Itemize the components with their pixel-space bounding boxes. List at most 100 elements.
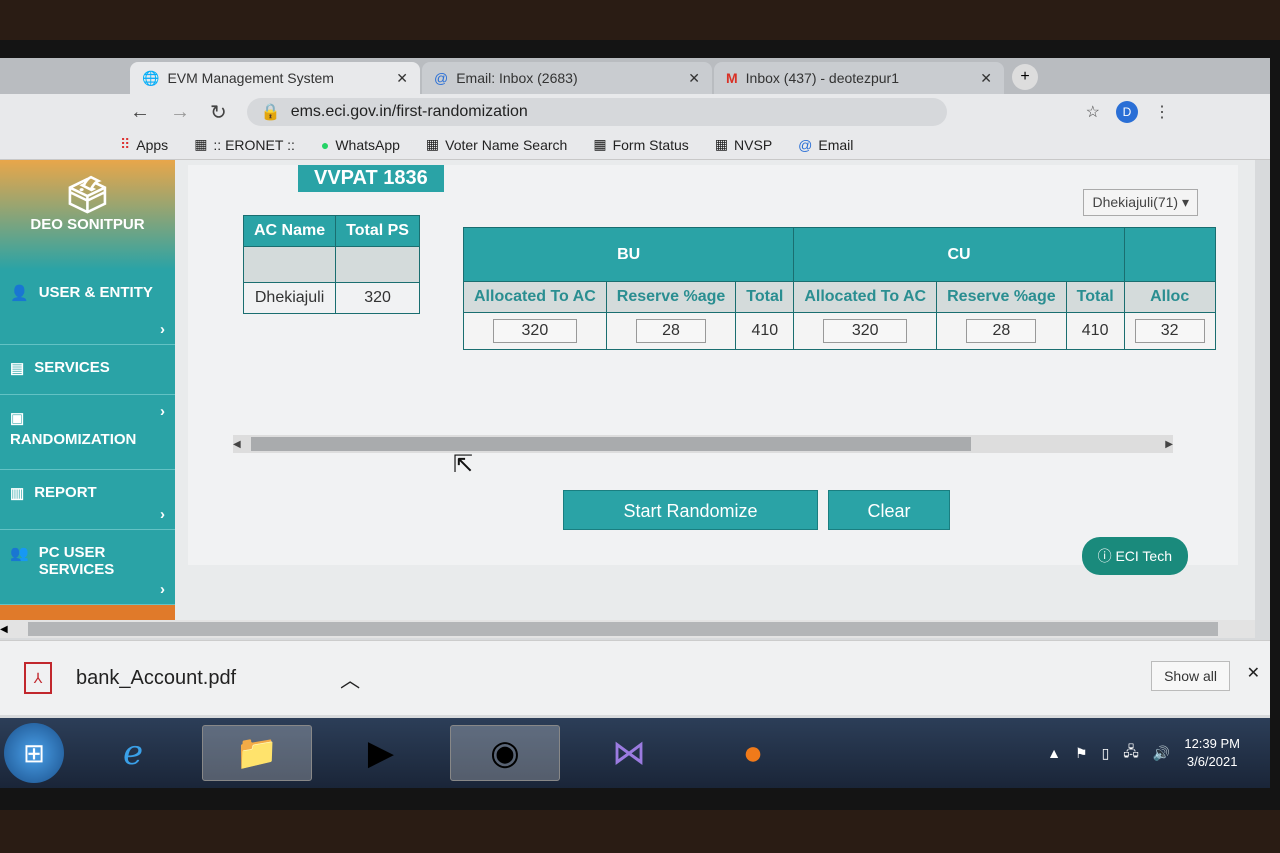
file-explorer-icon[interactable]: 📁 [202, 725, 312, 781]
tray-expand-icon[interactable]: ▲ [1047, 745, 1061, 761]
eci-tech-button[interactable]: ⓘ ECI Tech [1081, 537, 1188, 575]
flag-icon[interactable]: ⚑ [1075, 745, 1088, 762]
table-horizontal-scrollbar[interactable]: ◀ ▶ [233, 435, 1173, 453]
extra-alloc-input[interactable]: 32 [1134, 319, 1205, 343]
clock[interactable]: 12:39 PM 3/6/2021 [1184, 735, 1240, 771]
sidebar-item-services[interactable]: ▤ SERVICES [0, 345, 175, 395]
bookmark-nvsp[interactable]: ▦ NVSP [715, 136, 772, 153]
clear-button[interactable]: Clear [828, 490, 950, 530]
internet-explorer-icon[interactable]: ℯ [78, 725, 188, 781]
download-bar: ⅄ bank_Account.pdf ︿ Show all ✕ [0, 640, 1270, 715]
bookmark-email[interactable]: @ Email [798, 137, 853, 153]
sidebar-item-randomization[interactable]: ▣ RANDOMIZATION › [0, 395, 175, 470]
close-icon[interactable]: ✕ [1247, 663, 1260, 683]
profile-avatar[interactable]: D [1116, 101, 1138, 123]
eci-icon: ▦ [714, 136, 729, 152]
media-player-icon[interactable]: ▶ [326, 725, 436, 781]
email-at-icon: @ [434, 70, 449, 86]
bookmark-voter-search[interactable]: ▦ Voter Name Search [426, 136, 567, 153]
user-icon: 👤 [10, 285, 29, 302]
bookmark-whatsapp[interactable]: ● WhatsApp [321, 137, 400, 153]
show-all-button[interactable]: Show all [1151, 661, 1230, 691]
randomization-icon: ▣ [10, 410, 25, 427]
cu-total-header: Total [1065, 281, 1125, 313]
sidebar: 🗳 DEO SONITPUR 👤 USER & ENTITY › ▤ SERVICES … [0, 160, 175, 635]
chevron-up-icon[interactable]: ︿ [340, 664, 360, 693]
start-randomize-button[interactable]: Start Randomize [563, 490, 818, 530]
device-icon[interactable]: ▯ [1102, 745, 1110, 762]
tab-evm[interactable]: 🌐 EVM Management System ✕ [130, 62, 420, 94]
close-tab-icon[interactable]: ✕ [688, 70, 700, 87]
bu-cu-table: BU CU Allocated To AC Reserve %age Total Al… [462, 227, 1216, 350]
lock-icon: 🔒 [260, 104, 281, 121]
bookmark-eronet[interactable]: ▦:: ERONET :: [194, 136, 295, 153]
scroll-thumb[interactable] [250, 437, 971, 451]
spacer [335, 246, 420, 283]
vvpat-count: VVPAT 1836 [298, 165, 444, 192]
visual-studio-icon[interactable]: ⋈ [574, 725, 684, 781]
screen: 🌐 EVM Management System ✕ @ Email: Inbox (2… [0, 58, 1270, 788]
globe-icon: 🌐 [142, 69, 160, 86]
ballot-logo-icon: 🗳 [64, 174, 111, 215]
close-tab-icon[interactable]: ✕ [980, 70, 992, 87]
cu-total: 410 [1065, 312, 1125, 350]
total-ps-cell: 320 [335, 282, 420, 314]
bu-header: BU [462, 227, 795, 282]
email-at-icon: @ [798, 136, 813, 153]
new-tab-button[interactable]: + [1012, 64, 1038, 90]
scroll-right-icon[interactable]: ▶ [1165, 439, 1173, 450]
randomization-panel: VVPAT 1836 Dhekiajuli(71) ▾ AC Name Total… [188, 165, 1238, 575]
start-button[interactable]: ⊞ [4, 723, 64, 783]
chevron-right-icon: › [160, 321, 165, 338]
sidebar-item-report[interactable]: ▥ REPORT › [0, 470, 175, 530]
ac-table: AC Name Total PS Dhekiajuli 320 [242, 215, 420, 314]
bookmarks-bar: ⠿ Apps ▦:: ERONET :: ● WhatsApp ▦ Voter Nam… [0, 130, 1270, 160]
firefox-icon[interactable]: ● [698, 725, 808, 781]
address-bar[interactable]: 🔒 ems.eci.gov.in/first-randomization [246, 98, 947, 126]
chevron-right-icon: › [160, 506, 165, 523]
star-icon[interactable]: ☆ [1086, 102, 1100, 122]
cu-allocated-input[interactable]: 320 [823, 319, 908, 343]
tab-email[interactable]: @ Email: Inbox (2683) ✕ [422, 62, 712, 94]
tab-strip: 🌐 EVM Management System ✕ @ Email: Inbox (2… [0, 58, 1270, 94]
bu-reserve-input[interactable]: 28 [636, 319, 707, 343]
help-icon: ⓘ [1097, 548, 1112, 564]
chevron-right-icon: › [160, 403, 165, 420]
back-icon[interactable]: ← [130, 101, 150, 124]
eci-icon: ▦ [194, 136, 208, 152]
sidebar-item-pc-user-services[interactable]: 👥 PC USER SERVICES › [0, 530, 175, 605]
cu-header: CU [793, 227, 1125, 282]
bookmark-form-status[interactable]: ▦ Form Status [593, 136, 688, 153]
bookmark-apps[interactable]: ⠿ Apps [120, 136, 168, 153]
forward-icon[interactable]: → [170, 101, 190, 124]
web-page: 🗳 DEO SONITPUR 👤 USER & ENTITY › ▤ SERVICES … [0, 160, 1255, 635]
download-filename[interactable]: bank_Account.pdf [76, 667, 236, 690]
bu-total-header: Total [735, 281, 795, 313]
menu-icon[interactable]: ⋮ [1154, 102, 1170, 122]
bu-allocated-header: Allocated To AC [463, 281, 607, 313]
network-icon[interactable]: 🖧 [1123, 741, 1139, 765]
sidebar-item-user-entity[interactable]: 👤 USER & ENTITY › [0, 270, 175, 345]
caret-down-icon: ▾ [1181, 194, 1189, 210]
toolbar: ← → ↻ 🔒 ems.eci.gov.in/first-randomizatio… [0, 94, 1270, 130]
mouse-cursor-icon: ⇱ [453, 451, 474, 478]
volume-icon[interactable]: 🔊 [1153, 745, 1170, 762]
whatsapp-icon: ● [320, 136, 330, 153]
close-tab-icon[interactable]: ✕ [396, 70, 408, 87]
bu-total: 410 [735, 312, 795, 350]
ac-select[interactable]: Dhekiajuli(71) ▾ [1083, 189, 1198, 216]
tab-gmail[interactable]: M Inbox (437) - deotezpur1 ✕ [714, 62, 1004, 94]
bu-allocated-input[interactable]: 320 [492, 319, 577, 343]
taskbar: ⊞ ℯ 📁 ▶ ◉ ⋈ ● ▲ ⚑ ▯ 🖧 🔊 12:39 PM 3/6/2021 [0, 718, 1270, 788]
extra-header [1123, 227, 1216, 282]
scroll-thumb[interactable] [27, 622, 1218, 636]
pc-user-icon: 👥 [10, 545, 29, 562]
reload-icon[interactable]: ↻ [210, 100, 227, 125]
deo-logo: 🗳 DEO SONITPUR [0, 160, 175, 270]
page-horizontal-scrollbar[interactable]: ◀ [0, 620, 1255, 638]
spacer [242, 246, 337, 283]
scroll-left-icon[interactable]: ◀ [233, 439, 241, 450]
cu-reserve-input[interactable]: 28 [966, 319, 1037, 343]
chrome-icon[interactable]: ◉ [450, 725, 560, 781]
scroll-left-icon[interactable]: ◀ [0, 624, 8, 635]
